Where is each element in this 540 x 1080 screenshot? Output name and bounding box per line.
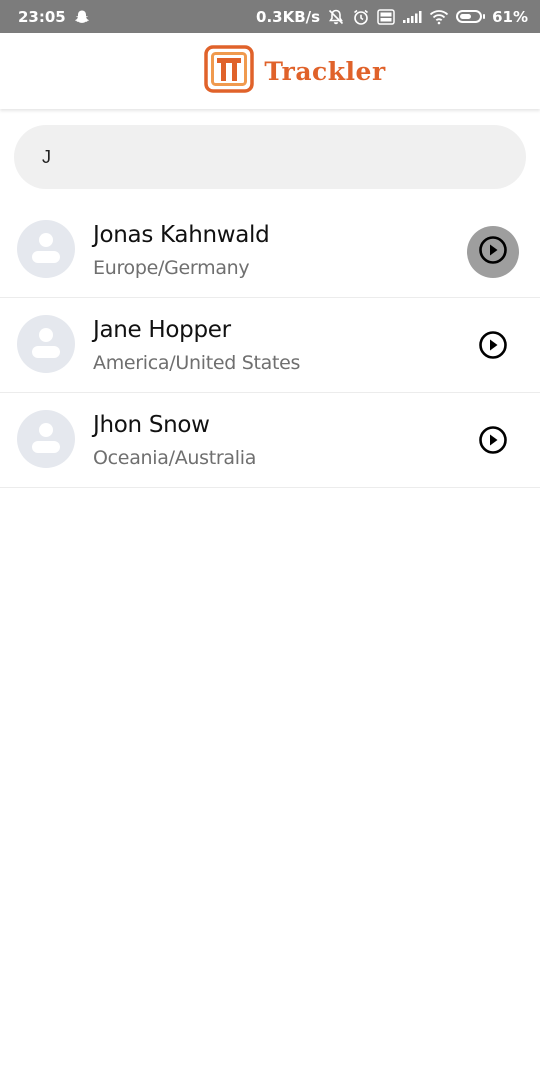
play-button[interactable] [467,226,519,278]
battery-percent: 61% [492,7,528,26]
contact-row[interactable]: Jane Hopper America/United States [0,298,540,393]
alarm-icon [352,8,370,26]
volte-icon [377,8,395,25]
contact-row[interactable]: Jhon Snow Oceania/Australia [0,393,540,488]
trackler-logo-icon [204,44,255,98]
contact-region: America/United States [93,352,301,374]
wifi-icon [429,9,449,25]
play-button[interactable] [467,416,519,468]
contact-region: Oceania/Australia [93,447,257,469]
app-title: Trackler [264,56,386,86]
app-header: Trackler [0,33,540,109]
avatar [17,410,75,468]
app-logo: Trackler [204,44,386,98]
search-input[interactable] [40,145,526,169]
contact-name: Jonas Kahnwald [93,222,270,248]
avatar [17,220,75,278]
avatar [17,315,75,373]
contact-list: Jonas Kahnwald Europe/Germany Jane Hoppe… [0,203,540,488]
battery-icon [456,10,486,23]
contact-name: Jane Hopper [93,317,231,343]
signal-icon [402,10,422,24]
play-circle-icon [478,235,508,270]
status-time: 23:05 [18,7,66,26]
play-circle-icon [478,330,508,365]
play-button[interactable] [467,321,519,373]
snapchat-ghost-icon [74,9,90,25]
contact-row[interactable]: Jonas Kahnwald Europe/Germany [0,203,540,298]
play-circle-icon [478,425,508,460]
network-speed: 0.3KB/s [256,7,321,26]
bell-off-icon [327,8,345,26]
status-bar: 23:05 0.3KB/s 61% [0,0,540,33]
contact-name: Jhon Snow [93,412,210,438]
contact-region: Europe/Germany [93,257,250,279]
search-box[interactable] [14,125,526,189]
